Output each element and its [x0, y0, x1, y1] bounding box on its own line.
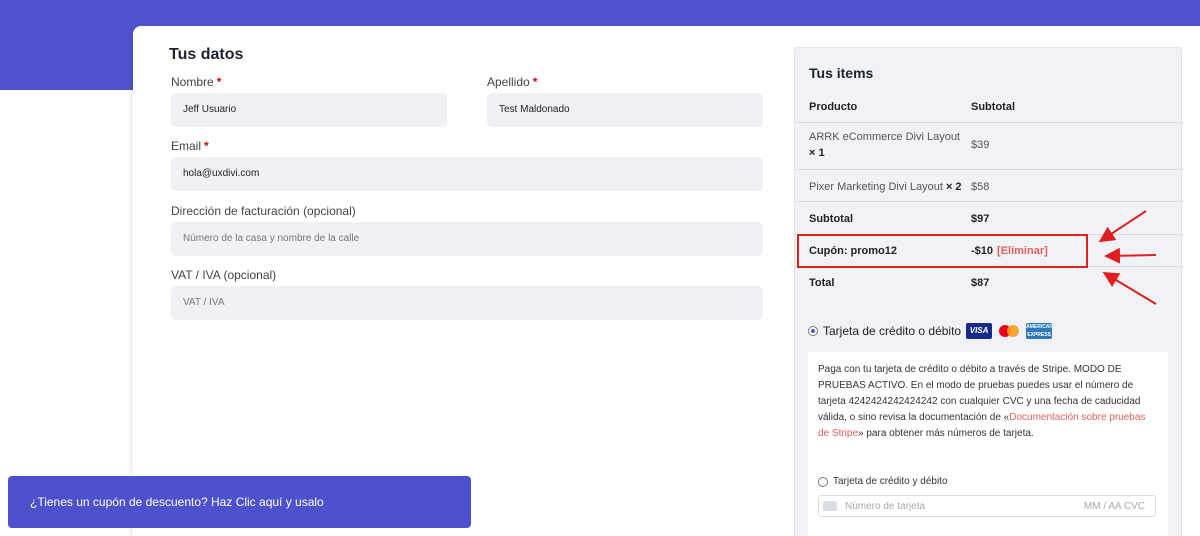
table-row: Pixer Marketing Divi Layout × 2 $58 — [795, 170, 1183, 202]
subtotal-value: $97 — [971, 213, 990, 225]
card-number-input[interactable]: Número de tarjeta MM / AA CVC — [818, 495, 1156, 517]
payment-description: Paga con tu tarjeta de crédito o débito … — [818, 364, 1146, 439]
card-sub-radio[interactable] — [818, 476, 828, 487]
item-name: ARRK eCommerce Divi Layout × 1 — [809, 131, 960, 159]
first-name-input[interactable]: Jeff Usuario — [171, 93, 447, 127]
col-product: Producto — [809, 101, 858, 113]
address-label: Dirección de facturación (opcional) — [171, 204, 356, 218]
vat-label: VAT / IVA (opcional) — [171, 268, 277, 282]
form-title: Tus datos — [169, 46, 244, 63]
item-price: $39 — [971, 139, 990, 151]
first-name-label: Nombre * — [171, 75, 222, 89]
last-name-label: Apellido * — [487, 75, 538, 89]
card-sub-label: Tarjeta de crédito y débito — [833, 476, 948, 487]
payment-box: Paga con tu tarjeta de crédito o débito … — [808, 352, 1168, 536]
amex-logo-icon: AMERICAN EXPRESS — [1026, 323, 1054, 339]
annotation-arrows-icon — [1098, 210, 1157, 305]
card-number-placeholder: Número de tarjeta — [845, 501, 926, 512]
subtotal-label: Subtotal — [809, 213, 853, 225]
table-row: ARRK eCommerce Divi Layout × 1 $39 — [795, 123, 1183, 170]
col-subtotal: Subtotal — [971, 101, 1015, 113]
coupon-highlight-box — [797, 234, 1088, 268]
summary-header-row: Producto Subtotal — [795, 90, 1183, 123]
email-input[interactable]: hola@uxdivi.com — [171, 157, 763, 191]
coupon-banner[interactable]: ¿Tienes un cupón de descuento? Haz Clic … — [8, 476, 471, 528]
visa-logo-icon: VISA — [966, 323, 993, 339]
address-input[interactable]: Número de la casa y nombre de la calle — [171, 222, 763, 256]
summary-title: Tus items — [809, 65, 874, 81]
total-label: Total — [809, 277, 835, 289]
vat-input[interactable]: VAT / IVA — [171, 286, 763, 320]
total-value: $87 — [971, 277, 990, 289]
item-price: $58 — [971, 181, 990, 193]
payment-radio[interactable] — [808, 326, 818, 336]
item-name: Pixer Marketing Divi Layout × 2 — [809, 181, 962, 193]
payment-method-option[interactable]: Tarjeta de crédito o débito VISA AMERICA… — [808, 322, 1054, 340]
email-label: Email * — [171, 139, 209, 153]
payment-method-label: Tarjeta de crédito o débito — [823, 324, 962, 338]
card-exp-placeholder: MM / AA CVC — [1083, 501, 1145, 512]
last-name-input[interactable]: Test Maldonado — [487, 93, 763, 127]
card-sub-option[interactable]: Tarjeta de crédito y débito — [818, 476, 948, 487]
credit-card-icon — [823, 501, 837, 511]
mastercard-logo-icon — [997, 323, 1021, 339]
